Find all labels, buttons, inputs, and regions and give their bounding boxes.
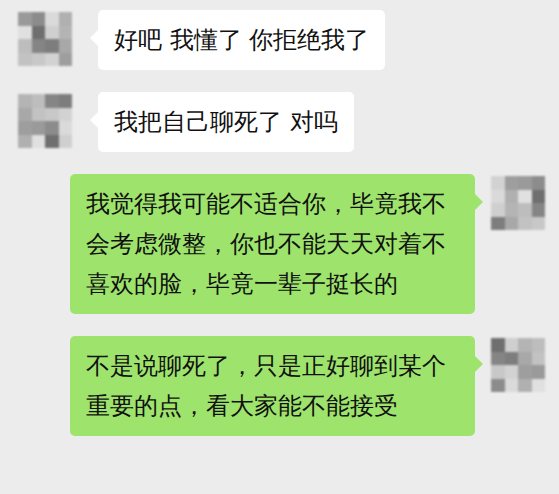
avatar-icon[interactable] bbox=[491, 338, 545, 392]
chat-list: 好吧 我懂了 你拒绝我了我把自己聊死了 对吗我觉得我可能不适合你，毕竟我不会考虑… bbox=[0, 0, 559, 436]
message-row: 好吧 我懂了 你拒绝我了 bbox=[0, 10, 559, 70]
message-bubble[interactable]: 我把自己聊死了 对吗 bbox=[98, 92, 354, 152]
message-row: 我觉得我可能不适合你，毕竟我不会考虑微整，你也不能天天对着不喜欢的脸，毕竟一辈子… bbox=[0, 174, 559, 314]
message-row: 我把自己聊死了 对吗 bbox=[0, 92, 559, 152]
avatar-icon[interactable] bbox=[18, 94, 72, 148]
message-bubble[interactable]: 我觉得我可能不适合你，毕竟我不会考虑微整，你也不能天天对着不喜欢的脸，毕竟一辈子… bbox=[70, 174, 475, 314]
avatar-icon[interactable] bbox=[18, 12, 72, 66]
message-bubble[interactable]: 好吧 我懂了 你拒绝我了 bbox=[98, 10, 385, 70]
message-bubble[interactable]: 不是说聊死了，只是正好聊到某个重要的点，看大家能不能接受 bbox=[70, 336, 475, 436]
avatar-icon[interactable] bbox=[491, 176, 545, 230]
message-row: 不是说聊死了，只是正好聊到某个重要的点，看大家能不能接受 bbox=[0, 336, 559, 436]
